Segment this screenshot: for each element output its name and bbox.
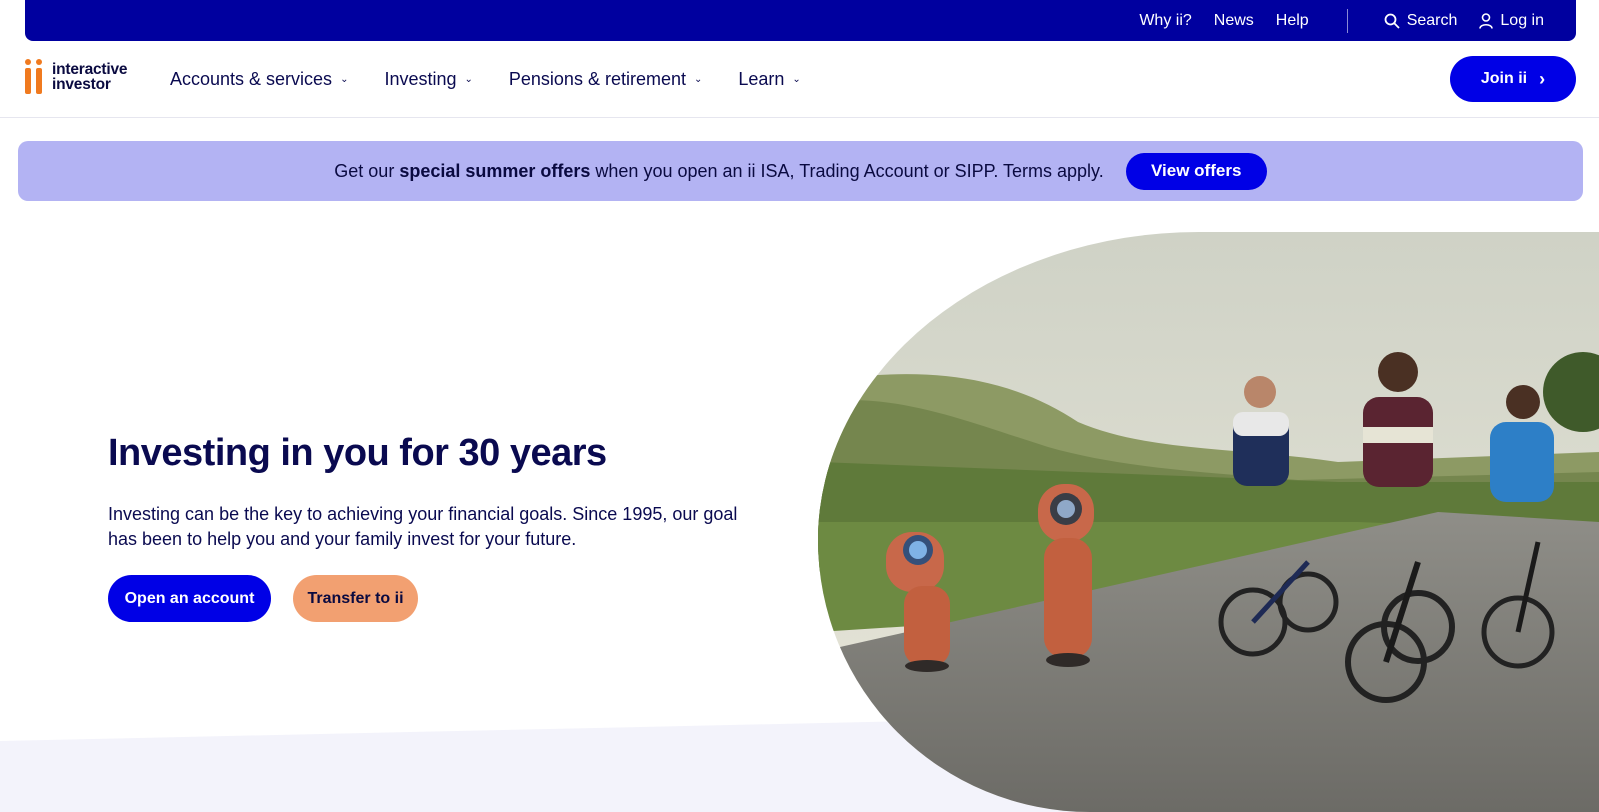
nav-investing[interactable]: Investing ⌄ bbox=[384, 69, 472, 90]
nav-pensions-retirement[interactable]: Pensions & retirement ⌄ bbox=[509, 69, 702, 90]
login-label: Log in bbox=[1500, 11, 1544, 29]
hero-text: Investing can be the key to achieving yo… bbox=[108, 504, 738, 549]
hero-title: Investing in you for 30 years bbox=[108, 432, 607, 474]
search-button[interactable]: Search bbox=[1384, 11, 1458, 30]
chevron-right-icon: › bbox=[1539, 68, 1546, 89]
user-icon bbox=[1479, 12, 1494, 29]
chevron-down-icon: ⌄ bbox=[464, 74, 473, 85]
utility-divider bbox=[1346, 8, 1348, 33]
promo-banner: Get our special summer offers when you o… bbox=[18, 141, 1583, 201]
nav-menu: Accounts & services ⌄ Investing ⌄ Pensions… bbox=[170, 41, 837, 118]
open-account-button[interactable]: Open an account bbox=[108, 575, 271, 622]
search-label: Search bbox=[1406, 11, 1458, 29]
promo-text: Get our special summer offers when you o… bbox=[334, 160, 1104, 181]
ii-logo-icon bbox=[25, 59, 47, 95]
hero-image bbox=[818, 232, 1599, 812]
logo-wordmark: interactive investor bbox=[52, 61, 128, 93]
nav-accounts-services[interactable]: Accounts & services ⌄ bbox=[170, 69, 348, 90]
logo[interactable]: interactive investor bbox=[25, 59, 128, 95]
robot-2 bbox=[1038, 484, 1094, 667]
join-ii-button[interactable]: Join ii › bbox=[1450, 56, 1576, 102]
main-nav: interactive investor Accounts & services… bbox=[0, 41, 1599, 118]
view-offers-button[interactable]: View offers bbox=[1125, 152, 1267, 190]
utility-bar: Why ii? News Help Search Log in bbox=[25, 0, 1576, 41]
nav-learn[interactable]: Learn ⌄ bbox=[738, 69, 800, 90]
help-link[interactable]: Help bbox=[1276, 12, 1309, 30]
chevron-down-icon: ⌄ bbox=[340, 74, 349, 85]
why-ii-link[interactable]: Why ii? bbox=[1139, 12, 1191, 30]
search-icon bbox=[1384, 13, 1400, 29]
chevron-down-icon: ⌄ bbox=[693, 74, 703, 85]
chevron-down-icon: ⌄ bbox=[792, 74, 801, 85]
transfer-button[interactable]: Transfer to ii bbox=[293, 575, 418, 622]
news-link[interactable]: News bbox=[1214, 12, 1254, 30]
login-button[interactable]: Log in bbox=[1479, 12, 1544, 30]
